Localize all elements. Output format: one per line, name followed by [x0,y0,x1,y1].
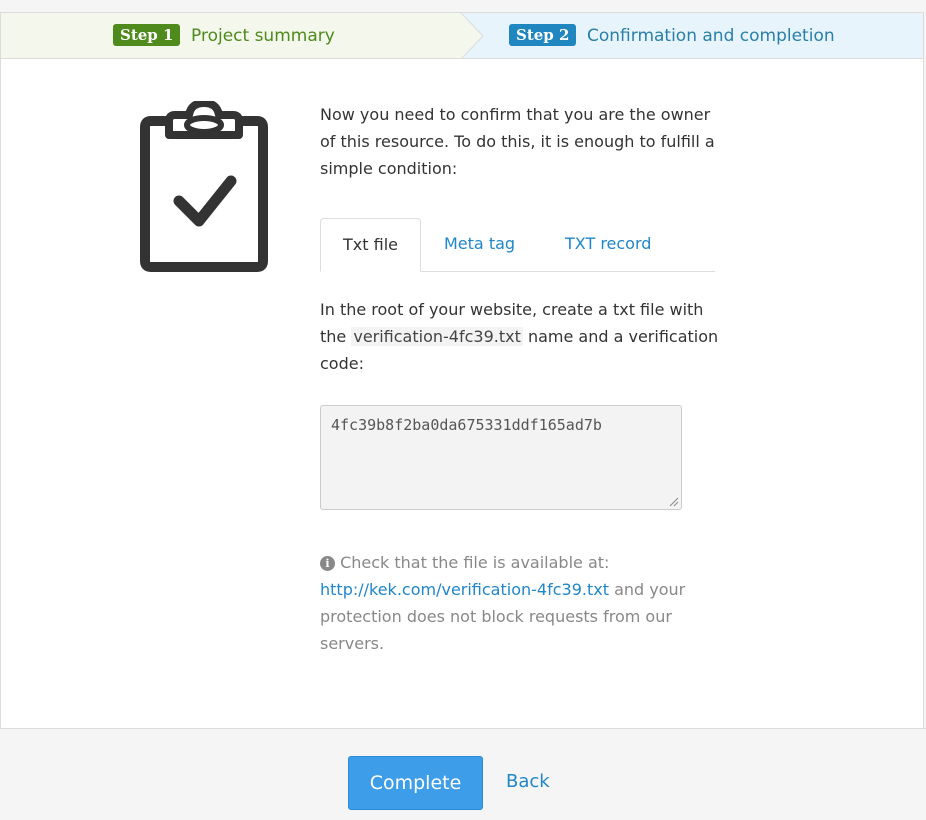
intro-text: Now you need to confirm that you are the… [320,105,715,178]
tab-meta-tag[interactable]: Meta tag [444,218,515,272]
info-circle-icon: i [320,556,335,571]
verification-file-link[interactable]: http://kek.com/verification-4fc39.txt [320,580,609,599]
content-column: Now you need to confirm that you are the… [320,101,720,653]
verification-code-value: 4fc39b8f2ba0da675331ddf165ad7b [331,416,602,434]
step-1-label[interactable]: Project summary [191,25,335,47]
tab-txt-file[interactable]: Txt file [320,218,421,272]
main-panel: Step 1 Project summary Step 2 Confirmati… [0,12,924,728]
resize-grip-icon[interactable] [669,497,679,507]
back-link[interactable]: Back [506,771,550,792]
step-1-badge: Step 1 [113,24,181,46]
filename-code: verification-4fc39.txt [351,327,523,346]
availability-hint: i Check that the file is available at: h… [320,549,710,657]
verification-method-tabs: Txt file Meta tag TXT record [320,218,715,272]
verification-code-textarea[interactable]: 4fc39b8f2ba0da675331ddf165ad7b [320,405,682,510]
step-2-label: Confirmation and completion [587,26,835,46]
steps-bar: Step 1 Project summary Step 2 Confirmati… [1,13,923,59]
hint-before: Check that the file is available at: [335,553,610,572]
step-2-badge: Step 2 [509,24,577,46]
instruction-text: In the root of your website, create a tx… [320,296,720,377]
top-strip [0,0,926,12]
complete-button[interactable]: Complete [348,756,483,810]
footer-bar: Complete Back [0,728,926,820]
tab-txt-record[interactable]: TXT record [565,218,651,272]
clipboard-check-icon [140,101,268,272]
